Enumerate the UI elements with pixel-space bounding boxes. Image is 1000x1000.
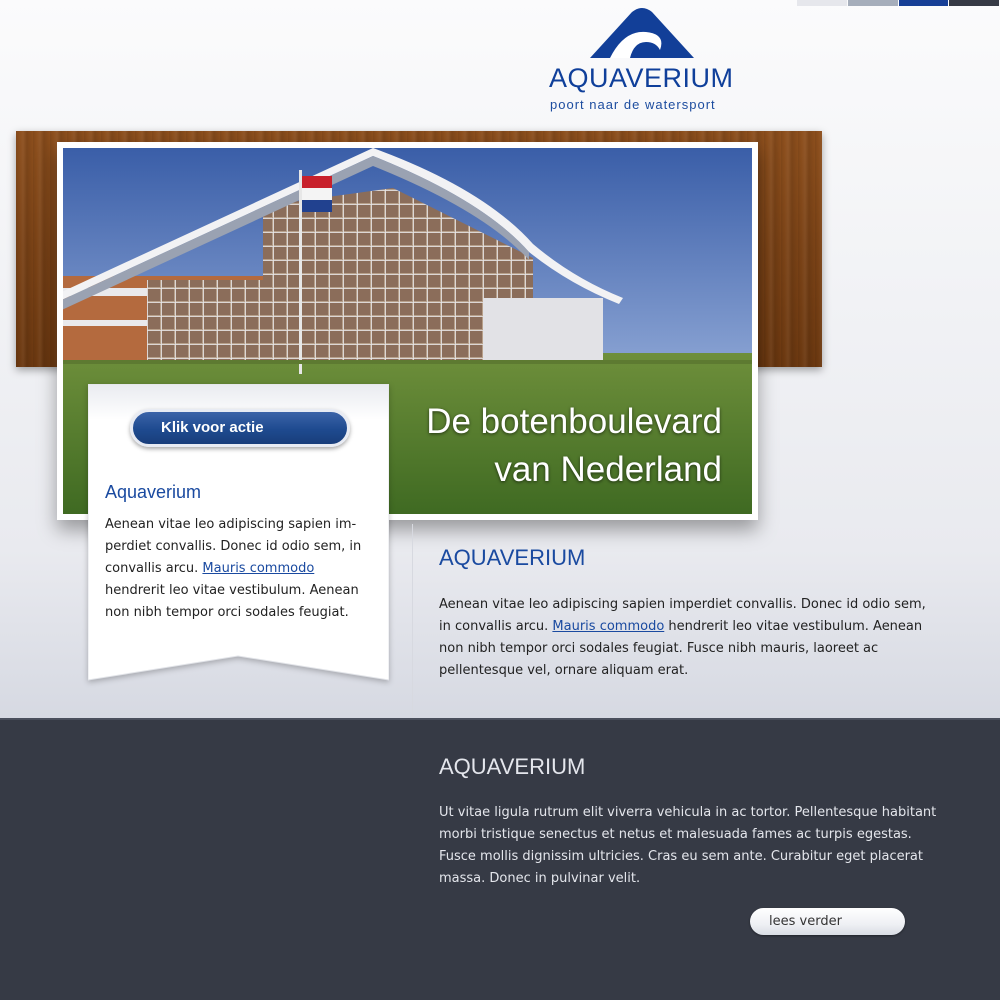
main-link[interactable]: Mauris commodo — [552, 619, 664, 634]
footer: AQUAVERIUM Ut vitae ligula rutrum elit v… — [0, 718, 1000, 1000]
footer-content: AQUAVERIUM Ut vitae ligula rutrum elit v… — [439, 754, 939, 890]
sidebar-text-part2: hendrerit leo vitae vestibulum. Aenean n… — [105, 583, 359, 620]
logo-title: AQUAVERIUM — [549, 63, 734, 93]
sidebar-title: Aquaverium — [105, 482, 202, 502]
wave-icon — [590, 8, 694, 58]
sidebar-text: Aenean vitae leo adipiscing sapien im-pe… — [105, 514, 377, 624]
sidebar-link[interactable]: Mauris commodo — [202, 561, 314, 576]
main-title: AQUAVERIUM — [439, 545, 586, 570]
swatch-blue[interactable] — [898, 0, 949, 6]
hero-headline-line2: van Nederland — [494, 450, 722, 489]
logo[interactable]: AQUAVERIUM poort naar de watersport — [548, 8, 748, 118]
swatch-light[interactable] — [797, 0, 847, 6]
read-more-button[interactable]: lees verder — [750, 908, 905, 935]
main-content: AQUAVERIUM Aenean vitae leo adipiscing s… — [439, 545, 939, 682]
ribbon-card: Klik voor actie Aquaverium Aenean vitae … — [88, 384, 389, 684]
swatch-grey[interactable] — [847, 0, 898, 6]
hero-headline-line1: De botenboulevard — [426, 402, 722, 441]
footer-title: AQUAVERIUM — [439, 754, 586, 779]
hero-headline: De botenboulevard van Nederland — [426, 398, 722, 494]
footer-text: Ut vitae ligula rutrum elit viverra vehi… — [439, 805, 937, 886]
logo-tagline: poort naar de watersport — [550, 97, 716, 112]
content-divider — [412, 524, 413, 718]
color-swatch-bar — [797, 0, 1000, 6]
cta-button[interactable]: Klik voor actie — [130, 409, 350, 447]
swatch-dark[interactable] — [949, 0, 999, 6]
main-text: Aenean vitae leo adipiscing sapien imper… — [439, 594, 939, 682]
